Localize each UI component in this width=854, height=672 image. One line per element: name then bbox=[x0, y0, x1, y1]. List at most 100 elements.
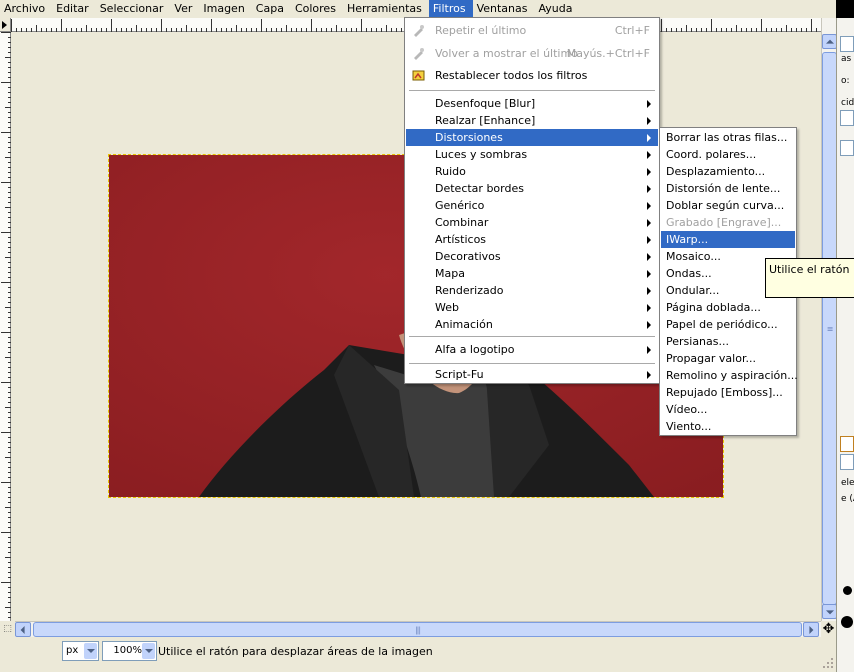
menu-ver[interactable]: Ver bbox=[170, 0, 199, 17]
menu-item-label: Volver a mostrar el último bbox=[435, 46, 578, 60]
resize-grip-icon[interactable] bbox=[822, 657, 834, 669]
scroll-right-button[interactable] bbox=[803, 622, 819, 637]
dock-text: e (A bbox=[841, 494, 854, 504]
menu-item-distorsiones[interactable]: Distorsiones bbox=[406, 129, 658, 146]
filters-menu: Repetir el último Ctrl+F Volver a mostrar … bbox=[404, 17, 660, 384]
menu-item-desenfoque-blur[interactable]: Desenfoque [Blur] bbox=[406, 95, 658, 112]
menu-item-label: Repujado [Emboss]... bbox=[666, 386, 783, 399]
menu-ayuda[interactable]: Ayuda bbox=[535, 0, 580, 17]
menu-imagen[interactable]: Imagen bbox=[199, 0, 251, 17]
submenu-arrow-icon bbox=[647, 236, 651, 244]
submenu-item-propagar-valor[interactable]: Propagar valor... bbox=[661, 350, 795, 367]
menu-item-label: Borrar las otras filas... bbox=[666, 131, 788, 144]
menu-item-label: Doblar según curva... bbox=[666, 199, 785, 212]
submenu-arrow-icon bbox=[647, 253, 651, 261]
submenu-item-distorsion-de-lente[interactable]: Distorsión de lente... bbox=[661, 180, 795, 197]
menu-item-label: Genérico bbox=[435, 199, 485, 212]
scroll-up-button[interactable] bbox=[822, 34, 837, 49]
menu-item-animacion[interactable]: Animación bbox=[406, 316, 658, 333]
menu-item-label: Repetir el último bbox=[435, 24, 527, 37]
reset-icon bbox=[412, 70, 425, 81]
submenu-item-pagina-doblada[interactable]: Página doblada... bbox=[661, 299, 795, 316]
submenu-item-video[interactable]: Vídeo... bbox=[661, 401, 795, 418]
submenu-arrow-icon bbox=[647, 219, 651, 227]
menu-colores[interactable]: Colores bbox=[291, 0, 343, 17]
menu-item-ruido[interactable]: Ruido bbox=[406, 163, 658, 180]
menu-item-alfa-a-logotipo[interactable]: Alfa a logotipo bbox=[406, 341, 658, 358]
menu-seleccionar[interactable]: Seleccionar bbox=[96, 0, 171, 17]
chevron-down-icon[interactable] bbox=[142, 643, 155, 659]
brush-dot-icon[interactable] bbox=[841, 616, 853, 628]
menu-item-label: Mosaico... bbox=[666, 250, 721, 263]
menu-item-detectar-bordes[interactable]: Detectar bordes bbox=[406, 180, 658, 197]
submenu-arrow-icon bbox=[647, 202, 651, 210]
menu-item-luces-y-sombras[interactable]: Luces y sombras bbox=[406, 146, 658, 163]
dock-checkbox[interactable] bbox=[840, 110, 854, 126]
dock-text: cida bbox=[841, 98, 854, 108]
horizontal-scroll-thumb[interactable]: ||| bbox=[33, 622, 802, 637]
menu-item-mapa[interactable]: Mapa bbox=[406, 265, 658, 282]
scroll-left-button[interactable] bbox=[15, 622, 31, 637]
chevron-down-icon[interactable] bbox=[84, 643, 97, 659]
menu-item-web[interactable]: Web bbox=[406, 299, 658, 316]
submenu-item-coord-polares[interactable]: Coord. polares... bbox=[661, 146, 795, 163]
menu-item-generico[interactable]: Genérico bbox=[406, 197, 658, 214]
dock-button[interactable] bbox=[840, 36, 854, 52]
dock-checkbox[interactable] bbox=[840, 454, 854, 470]
submenu-item-iwarp[interactable]: IWarp... bbox=[661, 231, 795, 248]
vertical-ruler[interactable] bbox=[0, 32, 11, 621]
menu-item-label: Distorsiones bbox=[435, 131, 503, 144]
navigate-move-icon[interactable]: ✥ bbox=[821, 621, 836, 637]
submenu-arrow-icon bbox=[647, 304, 651, 312]
submenu-arrow-icon bbox=[647, 151, 651, 159]
menu-item-label: Desplazamiento... bbox=[666, 165, 766, 178]
brush-dot-icon[interactable] bbox=[843, 586, 852, 595]
submenu-item-borrar-las-otras-filas[interactable]: Borrar las otras filas... bbox=[661, 129, 795, 146]
dock-panel: as o: cida ele e (A bbox=[836, 18, 854, 672]
menu-filtros[interactable]: Filtros bbox=[428, 0, 473, 17]
dock-color-swatch[interactable] bbox=[840, 436, 854, 452]
menu-ventanas[interactable]: Ventanas bbox=[473, 0, 535, 17]
reshow-icon bbox=[414, 47, 424, 60]
dock-checkbox[interactable] bbox=[840, 140, 854, 156]
menu-herramientas[interactable]: Herramientas bbox=[343, 0, 429, 17]
menu-item-artisticos[interactable]: Artísticos bbox=[406, 231, 658, 248]
menu-capa[interactable]: Capa bbox=[252, 0, 291, 17]
menu-item-renderizado[interactable]: Renderizado bbox=[406, 282, 658, 299]
horizontal-scrollbar[interactable]: ||| bbox=[15, 621, 821, 637]
submenu-item-viento[interactable]: Viento... bbox=[661, 418, 795, 435]
menu-item-label: Distorsión de lente... bbox=[666, 182, 781, 195]
vertical-scroll-thumb[interactable]: ≡ bbox=[822, 52, 837, 605]
submenu-item-grabado-engrave: Grabado [Engrave]... bbox=[661, 214, 795, 231]
unit-value: px bbox=[66, 645, 79, 656]
scroll-down-button[interactable] bbox=[822, 604, 837, 619]
submenu-item-papel-de-periodico[interactable]: Papel de periódico... bbox=[661, 316, 795, 333]
menu-item-combinar[interactable]: Combinar bbox=[406, 214, 658, 231]
zoom-value: 100% bbox=[113, 645, 142, 656]
submenu-item-repujado-emboss[interactable]: Repujado [Emboss]... bbox=[661, 384, 795, 401]
tooltip: Utilice el ratón para bbox=[765, 258, 854, 298]
menu-item-script-fu[interactable]: Script-Fu bbox=[406, 366, 658, 383]
submenu-item-doblar-segun-curva[interactable]: Doblar según curva... bbox=[661, 197, 795, 214]
submenu-arrow-icon bbox=[647, 371, 651, 379]
menu-item-decorativos[interactable]: Decorativos bbox=[406, 248, 658, 265]
menu-editar[interactable]: Editar bbox=[52, 0, 96, 17]
vertical-scrollbar[interactable]: ≡ bbox=[821, 18, 837, 621]
submenu-arrow-icon bbox=[647, 321, 651, 329]
menu-item-label: Restablecer todos los filtros bbox=[435, 69, 588, 82]
menu-archivo[interactable]: Archivo bbox=[0, 0, 52, 17]
menu-separator bbox=[409, 90, 655, 91]
unit-selector[interactable]: px bbox=[62, 641, 99, 661]
submenu-item-desplazamiento[interactable]: Desplazamiento... bbox=[661, 163, 795, 180]
submenu-item-persianas[interactable]: Persianas... bbox=[661, 333, 795, 350]
submenu-item-remolino-y-aspiracion[interactable]: Remolino y aspiración... bbox=[661, 367, 798, 384]
dock-text: ele bbox=[841, 478, 854, 488]
submenu-arrow-icon bbox=[647, 134, 651, 142]
zoom-selector[interactable]: 100% bbox=[102, 641, 157, 661]
quick-mask-toggle[interactable]: ⬚ bbox=[0, 621, 15, 637]
ruler-corner-button[interactable] bbox=[0, 18, 11, 32]
submenu-arrow-icon bbox=[647, 100, 651, 108]
menu-item-realzar-enhance[interactable]: Realzar [Enhance] bbox=[406, 112, 658, 129]
menu-item-restablecer-todos-los-filtros[interactable]: Restablecer todos los filtros bbox=[406, 67, 658, 84]
menu-item-label: Viento... bbox=[666, 420, 712, 433]
